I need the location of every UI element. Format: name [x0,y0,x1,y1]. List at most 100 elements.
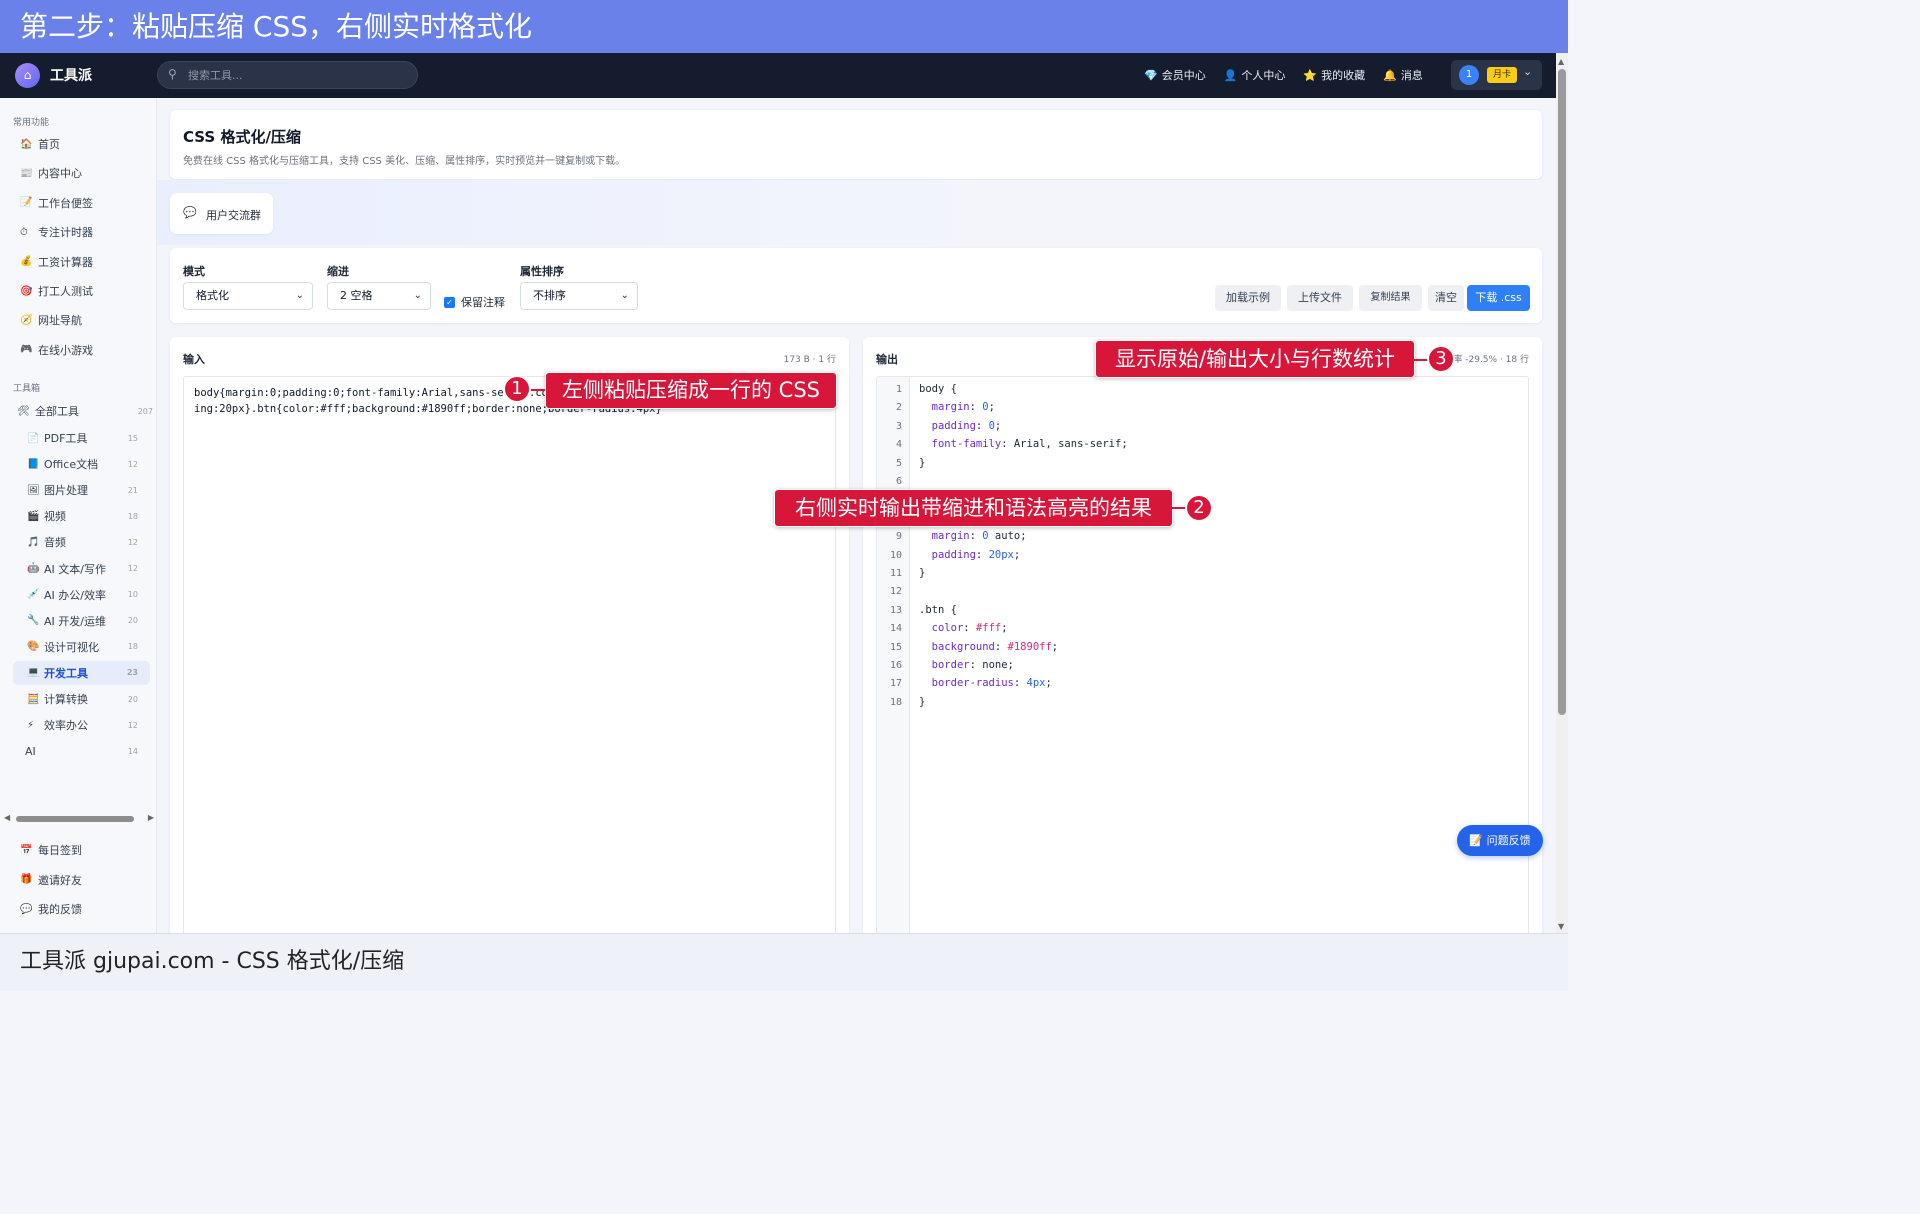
mode-select[interactable]: 格式化 ⌄ [183,282,313,310]
load-example-button[interactable]: 加载示例 [1215,285,1281,311]
line-number: 6 [895,476,902,487]
sidebar-item-label: 专注计时器 [38,226,93,240]
upload-file-button[interactable]: 上传文件 [1287,285,1353,311]
css-property: padding [931,419,976,432]
line-number: 18 [889,696,902,708]
sidebar-category[interactable]: 🎬 视频 18 [13,504,150,528]
scroll-left-arrow-icon[interactable]: ◀ [4,813,10,822]
sidebar-item[interactable]: 📰 内容中心 [20,163,82,183]
scroll-right-arrow-icon[interactable]: ▶ [148,813,154,822]
css-value: none [982,659,1008,671]
sidebar-item-label: 工作台便签 [38,196,93,210]
code-text: } [919,456,926,469]
css-property: padding [931,548,976,561]
input-editor[interactable]: body{margin:0;padding:0;font-family:Aria… [183,376,836,936]
callout-2-badge: 2 [1185,494,1213,522]
sidebar-category[interactable]: ⚡ 效率办公 12 [13,713,150,737]
sidebar-category-label: 计算转换 [44,693,88,706]
sidebar-category[interactable]: 📘 Office文档 12 [13,452,150,476]
callout-1-connector [531,389,546,391]
search-box[interactable]: ⚲ [157,61,418,89]
input-stat: 173 B · 1 行 [783,355,836,365]
scrollbar-thumb[interactable] [16,816,134,822]
code-line: font-family: Arial, sans-serif; [931,438,1128,451]
sidebar-category[interactable]: 🎵 音频 12 [13,530,150,554]
sidebar-category[interactable]: 💉 AI 办公/效率 10 [13,583,150,607]
sidebar-category[interactable]: AI 14 [13,739,150,763]
sidebar-item-all-tools[interactable]: 🛠 全部工具 207 [17,401,153,421]
checkmark-icon[interactable]: ✓ [444,296,455,308]
logo-text[interactable]: 工具派 [50,65,92,85]
sidebar-item-label: 工资计算器 [38,255,93,269]
sidebar-category-label: 效率办公 [44,719,88,733]
sidebar-bottom-item[interactable]: 🎁 邀请好友 [20,870,82,890]
nav-link-messages[interactable]: 🔔 消息 [1383,67,1423,83]
indent-select[interactable]: 2 空格 ⌄ [327,282,431,310]
user-icon: 👤 [1223,68,1238,82]
user-menu[interactable]: 1 月卡 ⌄ [1451,60,1542,90]
nav-link-vip[interactable]: 💎 会员中心 [1144,67,1206,83]
sidebar-category[interactable]: 🧮 计算转换 20 [13,687,150,711]
code-line: } [919,696,925,708]
code-text: } [919,695,926,708]
copy-result-button[interactable]: 复制结果 [1359,285,1422,311]
sidebar-category[interactable]: 🖼 图片处理 21 [13,478,150,502]
chevron-down-icon: ⌄ [1523,65,1533,78]
feedback-button[interactable]: 📝 问题反馈 [1457,825,1543,856]
sidebar-item[interactable]: 💰 工资计算器 [20,252,93,272]
nav-link-profile[interactable]: 👤 个人中心 [1224,67,1286,83]
chevron-down-icon: ⌄ [413,290,422,301]
callout-3: 显示原始/输出大小与行数统计 [1095,340,1415,378]
scroll-down-arrow-icon[interactable]: ▼ [1558,922,1564,931]
caption-top: 第二步：粘贴压缩 CSS，右侧实时格式化 [0,0,1568,53]
line-number: 4 [895,439,902,451]
code-line: border: none; [931,659,1014,671]
sidebar-item-icon: 💰 [20,256,33,268]
code-text: } [919,567,926,579]
output-stat: 率 -29.5% · 18 行 [1453,355,1529,365]
callout-1: 左侧粘贴压缩成一行的 CSS [545,372,837,409]
sidebar-category[interactable]: 🤖 AI 文本/写作 12 [13,557,150,581]
nav-links: 💎 会员中心 👤 个人中心 ⭐ 我的收藏 🔔 消息 [1144,67,1441,83]
sidebar-category-count: 20 [127,616,138,626]
sidebar-category-count: 21 [127,485,138,495]
sidebar-category-label: PDF工具 [44,432,88,445]
sort-select[interactable]: 不排序 ⌄ [520,282,638,310]
banner-background [157,180,1556,245]
scrollbar-thumb[interactable] [1558,69,1566,715]
sidebar-item[interactable]: 🎯 打工人测试 [20,281,93,301]
logo-icon[interactable]: ⌂ [15,63,40,88]
download-css-button[interactable]: 下载 .css [1467,285,1530,311]
line-number: 2 [895,402,902,414]
output-editor[interactable]: 123456789101112131415161718 body { margi… [876,376,1529,936]
page-scrollbar[interactable]: ▲ ▼ [1556,53,1568,933]
sidebar-category-icon: 🎬 [27,510,40,522]
clear-button[interactable]: 清空 [1428,285,1464,311]
css-value: 20px [988,548,1014,561]
scroll-up-arrow-icon[interactable]: ▲ [1558,57,1564,66]
sidebar-item[interactable]: 🎮 在线小游戏 [20,340,93,360]
user-group-button[interactable]: 💬 用户交流群 [170,193,273,234]
sidebar-bottom-label: 我的反馈 [38,903,82,916]
code-text: .btn { [919,603,957,616]
keep-comments-checkbox[interactable]: ✓ 保留注释 [444,294,505,310]
sidebar-category[interactable]: 🔧 AI 开发/运维 20 [13,609,150,633]
sidebar-item[interactable]: ⏱ 专注计时器 [20,222,93,242]
sidebar-item[interactable]: 🏠 首页 [20,134,60,154]
search-input[interactable] [188,67,408,84]
sidebar-bottom-item[interactable]: 💬 我的反馈 [20,899,82,919]
sidebar-category-count: 18 [127,642,138,652]
chevron-down-icon: ⌄ [620,290,629,301]
sidebar-category[interactable]: 🎨 设计可视化 18 [13,635,150,659]
nav-link-favorites[interactable]: ⭐ 我的收藏 [1303,67,1365,83]
output-panel: 输出 率 -29.5% · 18 行 123456789101112131415… [863,337,1542,937]
sidebar-item-label: 内容中心 [38,167,82,181]
page-title: CSS 格式化/压缩 [183,128,301,146]
sidebar-item[interactable]: 📝 工作台便签 [20,193,93,213]
sidebar-category[interactable]: 📄 PDF工具 15 [13,426,150,450]
sidebar-category[interactable]: 💻 开发工具 23 [13,660,150,685]
feedback-icon: 📝 [1469,834,1484,847]
sidebar-item[interactable]: 🧭 网址导航 [20,310,82,330]
sidebar-horizontal-scrollbar[interactable]: ◀ ▶ [4,812,154,826]
sidebar-bottom-item[interactable]: 📅 每日签到 [20,840,82,860]
